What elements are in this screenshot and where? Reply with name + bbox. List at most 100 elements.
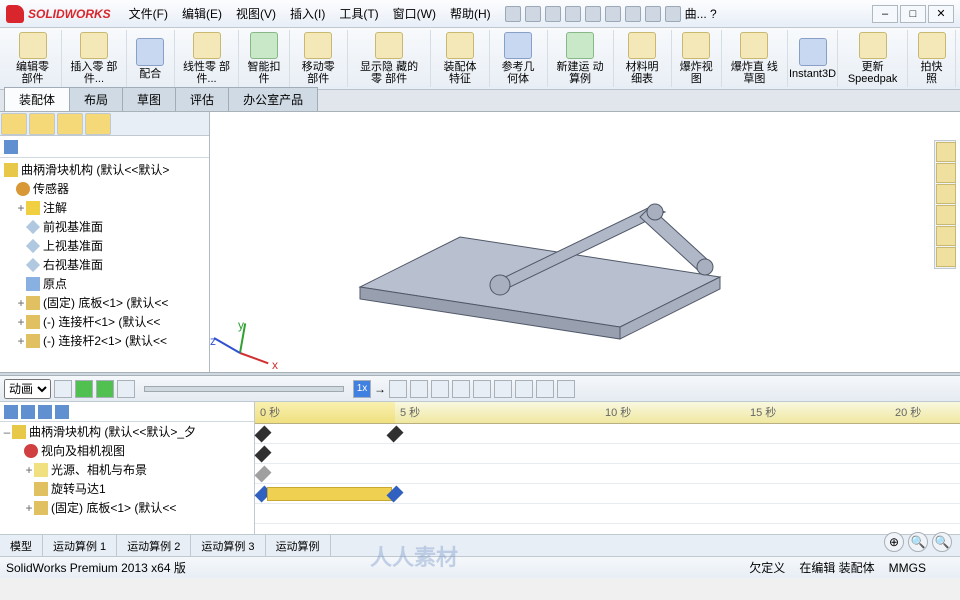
tree-origin[interactable]: 原点 [2, 274, 207, 293]
tree-front-plane[interactable]: 前视基准面 [2, 217, 207, 236]
animation-wizard-icon[interactable] [410, 380, 428, 398]
tree-part-base[interactable]: +(固定) 底板<1> (默认<< [2, 293, 207, 312]
gravity-icon[interactable] [536, 380, 554, 398]
undo-icon[interactable] [605, 6, 621, 22]
taskpane-view-palette-icon[interactable] [936, 205, 956, 225]
motion-bar[interactable] [267, 487, 392, 501]
taskpane-file-explorer-icon[interactable] [936, 184, 956, 204]
status-icon[interactable] [940, 561, 954, 575]
fm-tab-feature-icon[interactable] [1, 113, 27, 135]
track-part[interactable] [255, 504, 960, 524]
tab-model[interactable]: 模型 [0, 535, 43, 556]
minimize-button[interactable]: – [872, 5, 898, 23]
keyframe-icon[interactable] [255, 426, 272, 443]
menu-window[interactable]: 窗口(W) [387, 3, 442, 24]
ribbon-insert-component[interactable]: 插入零 部件... [62, 30, 127, 87]
stop-icon[interactable] [117, 380, 135, 398]
tree-part-link2[interactable]: +(-) 连接杆2<1> (默认<< [2, 331, 207, 350]
maximize-button[interactable]: □ [900, 5, 926, 23]
track-lights[interactable] [255, 464, 960, 484]
select-icon[interactable] [625, 6, 641, 22]
ribbon-linear-pattern[interactable]: 线性零 部件... [175, 30, 240, 87]
ribbon-smart-fasteners[interactable]: 智能扣 件 [239, 30, 289, 87]
ribbon-exploded-view[interactable]: 爆炸视 图 [672, 30, 722, 87]
add-key-icon[interactable] [452, 380, 470, 398]
taskpane-appearances-icon[interactable] [936, 226, 956, 246]
fm-tab-property-icon[interactable] [29, 113, 55, 135]
tree-right-plane[interactable]: 右视基准面 [2, 255, 207, 274]
ribbon-bom[interactable]: 材料明 细表 [614, 30, 672, 87]
ribbon-reference-geometry[interactable]: 参考几 何体 [490, 30, 548, 87]
menu-tools[interactable]: 工具(T) [333, 3, 384, 24]
motor-icon[interactable] [473, 380, 491, 398]
menu-view[interactable]: 视图(V) [230, 3, 282, 24]
zoom-in-icon[interactable]: 🔍 [908, 532, 928, 552]
time-ruler[interactable]: 0 秒 5 秒 10 秒 15 秒 20 秒 [255, 402, 960, 424]
keyframe-icon[interactable] [387, 426, 404, 443]
motion-tree-motor[interactable]: 旋转马达1 [0, 479, 254, 498]
new-icon[interactable] [525, 6, 541, 22]
ribbon-assembly-features[interactable]: 装配体 特征 [431, 30, 489, 87]
rebuild-icon[interactable] [645, 6, 661, 22]
tab-office[interactable]: 办公室产品 [228, 87, 318, 111]
ribbon-explode-line-sketch[interactable]: 爆炸直 线草图 [722, 30, 788, 87]
fm-tab-config-icon[interactable] [57, 113, 83, 135]
autokey-icon[interactable] [431, 380, 449, 398]
results-icon[interactable] [557, 380, 575, 398]
tree-part-link1[interactable]: +(-) 连接杆<1> (默认<< [2, 312, 207, 331]
zoom-out-icon[interactable]: 🔍 [932, 532, 952, 552]
ribbon-snapshot[interactable]: 拍快照 [908, 30, 956, 87]
print-icon[interactable] [585, 6, 601, 22]
motion-tree-part-base[interactable]: +(固定) 底板<1> (默认<< [0, 498, 254, 517]
ribbon-edit-component[interactable]: 编辑零 部件 [4, 30, 62, 87]
tree-root[interactable]: 曲柄滑块机构 (默认<<默认> [2, 160, 207, 179]
filter-icon[interactable] [4, 405, 18, 419]
keyframe-icon[interactable] [255, 446, 272, 463]
track-orientation[interactable] [255, 444, 960, 464]
calculate-icon[interactable] [54, 380, 72, 398]
tab-assembly[interactable]: 装配体 [4, 87, 70, 111]
contact-icon[interactable] [515, 380, 533, 398]
taskpane-resources-icon[interactable] [936, 142, 956, 162]
taskpane-design-library-icon[interactable] [936, 163, 956, 183]
motion-tree-orientation[interactable]: 视向及相机视图 [0, 441, 254, 460]
menu-edit[interactable]: 编辑(E) [176, 3, 228, 24]
playback-slider[interactable] [144, 386, 344, 392]
filter-driving-icon[interactable] [38, 405, 52, 419]
tab-evaluate[interactable]: 评估 [175, 87, 229, 111]
speed-indicator[interactable]: 1x [353, 380, 371, 398]
timeline[interactable]: 0 秒 5 秒 10 秒 15 秒 20 秒 [255, 402, 960, 534]
spring-icon[interactable] [494, 380, 512, 398]
tree-sensors[interactable]: 传感器 [2, 179, 207, 198]
tree-top-plane[interactable]: 上视基准面 [2, 236, 207, 255]
search-icon[interactable] [505, 6, 521, 22]
tab-study4[interactable]: 运动算例 [266, 535, 331, 556]
ribbon-speedpak[interactable]: 更新 Speedpak [838, 30, 908, 87]
ribbon-mate[interactable]: 配合 [127, 30, 175, 87]
zoom-fit-icon[interactable]: ⊕ [884, 532, 904, 552]
tab-study2[interactable]: 运动算例 2 [117, 535, 191, 556]
ribbon-move-component[interactable]: 移动零 部件 [290, 30, 348, 87]
play-icon[interactable] [96, 380, 114, 398]
graphics-viewport[interactable]: x y z [210, 112, 960, 372]
track-root[interactable] [255, 424, 960, 444]
taskpane-custom-props-icon[interactable] [936, 247, 956, 267]
save-icon[interactable] [565, 6, 581, 22]
tab-study3[interactable]: 运动算例 3 [191, 535, 265, 556]
menu-file[interactable]: 文件(F) [123, 3, 174, 24]
ribbon-new-motion-study[interactable]: 新建运 动算例 [548, 30, 614, 87]
menu-insert[interactable]: 插入(I) [284, 3, 331, 24]
tab-layout[interactable]: 布局 [69, 87, 123, 111]
open-icon[interactable] [545, 6, 561, 22]
track-motor[interactable] [255, 484, 960, 504]
options-icon[interactable] [665, 6, 681, 22]
tab-study1[interactable]: 运动算例 1 [43, 535, 117, 556]
menu-extra[interactable]: 曲... ? [685, 5, 717, 22]
menu-help[interactable]: 帮助(H) [444, 3, 497, 24]
filter-selected-icon[interactable] [55, 405, 69, 419]
play-from-start-icon[interactable] [75, 380, 93, 398]
filter-icon[interactable] [4, 140, 18, 154]
save-animation-icon[interactable] [389, 380, 407, 398]
keyframe-icon[interactable] [255, 466, 272, 483]
motion-tree-root[interactable]: –曲柄滑块机构 (默认<<默认>_夕 [0, 422, 254, 441]
